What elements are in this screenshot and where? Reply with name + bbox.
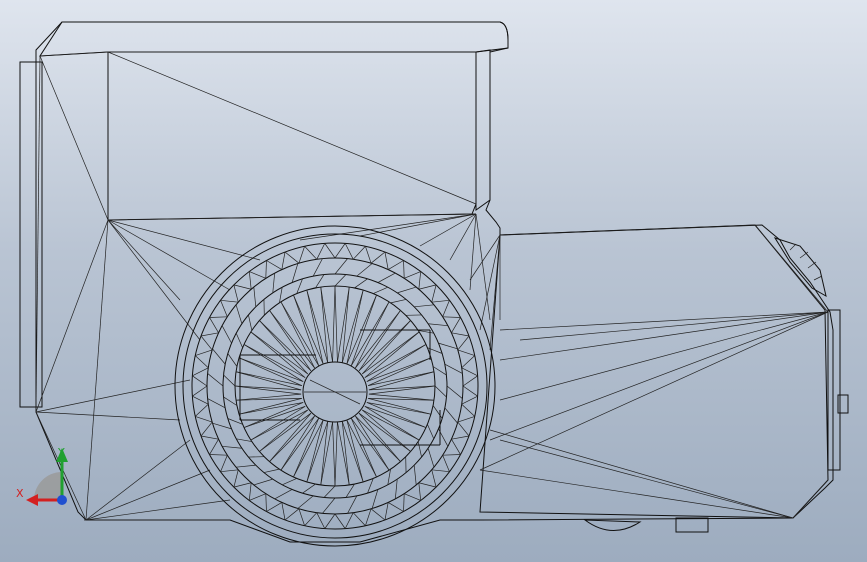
bottom-block-right: [675, 517, 709, 533]
y-axis-label: Y: [57, 446, 65, 459]
x-axis-label: X: [16, 487, 24, 500]
graphics-viewport[interactable]: Y X: [0, 0, 867, 562]
upper-top-bevel: [39, 21, 509, 57]
coordinate-triad: Y X: [16, 446, 68, 506]
right-panel: [827, 309, 841, 471]
upper-side-strip: [475, 49, 491, 211]
model-wireframe[interactable]: Y X: [0, 0, 867, 562]
gear-detail: [773, 237, 827, 298]
bottom-bump-left: [583, 519, 642, 531]
upper-front-face: [107, 51, 477, 221]
left-plate: [19, 61, 43, 408]
wheel: [174, 225, 496, 547]
lower-front-face: [479, 224, 829, 519]
